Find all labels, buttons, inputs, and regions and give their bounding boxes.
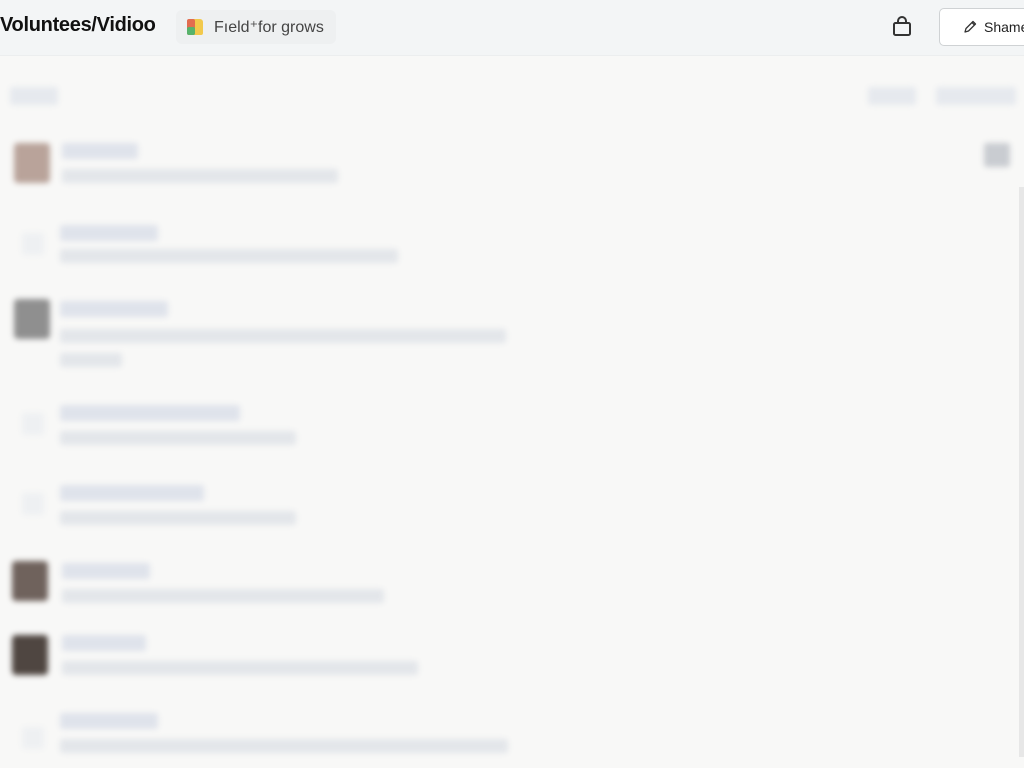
field-chip-label: Fıeld⁺for grows bbox=[214, 19, 324, 36]
share-button[interactable]: Shame bbox=[939, 8, 1024, 46]
row-title-placeholder bbox=[62, 143, 138, 159]
row-subtitle-placeholder bbox=[62, 589, 384, 603]
row-subtitle-placeholder bbox=[62, 169, 338, 183]
avatar bbox=[12, 561, 48, 601]
blurred-content bbox=[0, 57, 1024, 768]
field-chip[interactable]: Fıeld⁺for grows bbox=[176, 10, 336, 44]
row-index-box bbox=[22, 493, 44, 515]
page-title: Voluntees/Vidioo bbox=[0, 14, 156, 36]
row-subtitle-placeholder bbox=[62, 661, 418, 675]
bag-icon[interactable] bbox=[890, 15, 914, 39]
row-index-box bbox=[22, 413, 44, 435]
toolbar-placeholder-right-2 bbox=[936, 87, 1016, 105]
row-title-placeholder bbox=[62, 635, 146, 651]
row-title-placeholder bbox=[60, 713, 158, 729]
row-index-box bbox=[22, 233, 44, 255]
toolbar-placeholder-right-1 bbox=[868, 87, 916, 105]
row-title-placeholder bbox=[60, 225, 158, 241]
row-title-placeholder bbox=[60, 405, 240, 421]
row-subtitle-placeholder bbox=[60, 353, 122, 367]
color-grid-icon bbox=[187, 19, 203, 35]
scrollbar[interactable] bbox=[1019, 187, 1024, 757]
row-action-icon[interactable] bbox=[984, 143, 1010, 167]
row-subtitle-placeholder bbox=[60, 511, 296, 525]
row-index-box bbox=[22, 727, 44, 749]
avatar bbox=[12, 635, 48, 675]
row-subtitle-placeholder bbox=[60, 249, 398, 263]
avatar bbox=[14, 143, 50, 183]
row-subtitle-placeholder bbox=[60, 739, 508, 753]
row-subtitle-placeholder bbox=[60, 431, 296, 445]
app-header: Voluntees/Vidioo Fıeld⁺for grows Shame bbox=[0, 0, 1024, 56]
avatar bbox=[14, 299, 50, 339]
pencil-icon bbox=[964, 20, 977, 33]
row-title-placeholder bbox=[60, 301, 168, 317]
row-title-placeholder bbox=[60, 485, 204, 501]
share-label: Shame bbox=[984, 19, 1024, 35]
row-subtitle-placeholder bbox=[60, 329, 506, 343]
toolbar-placeholder-left bbox=[10, 87, 58, 105]
row-title-placeholder bbox=[62, 563, 150, 579]
